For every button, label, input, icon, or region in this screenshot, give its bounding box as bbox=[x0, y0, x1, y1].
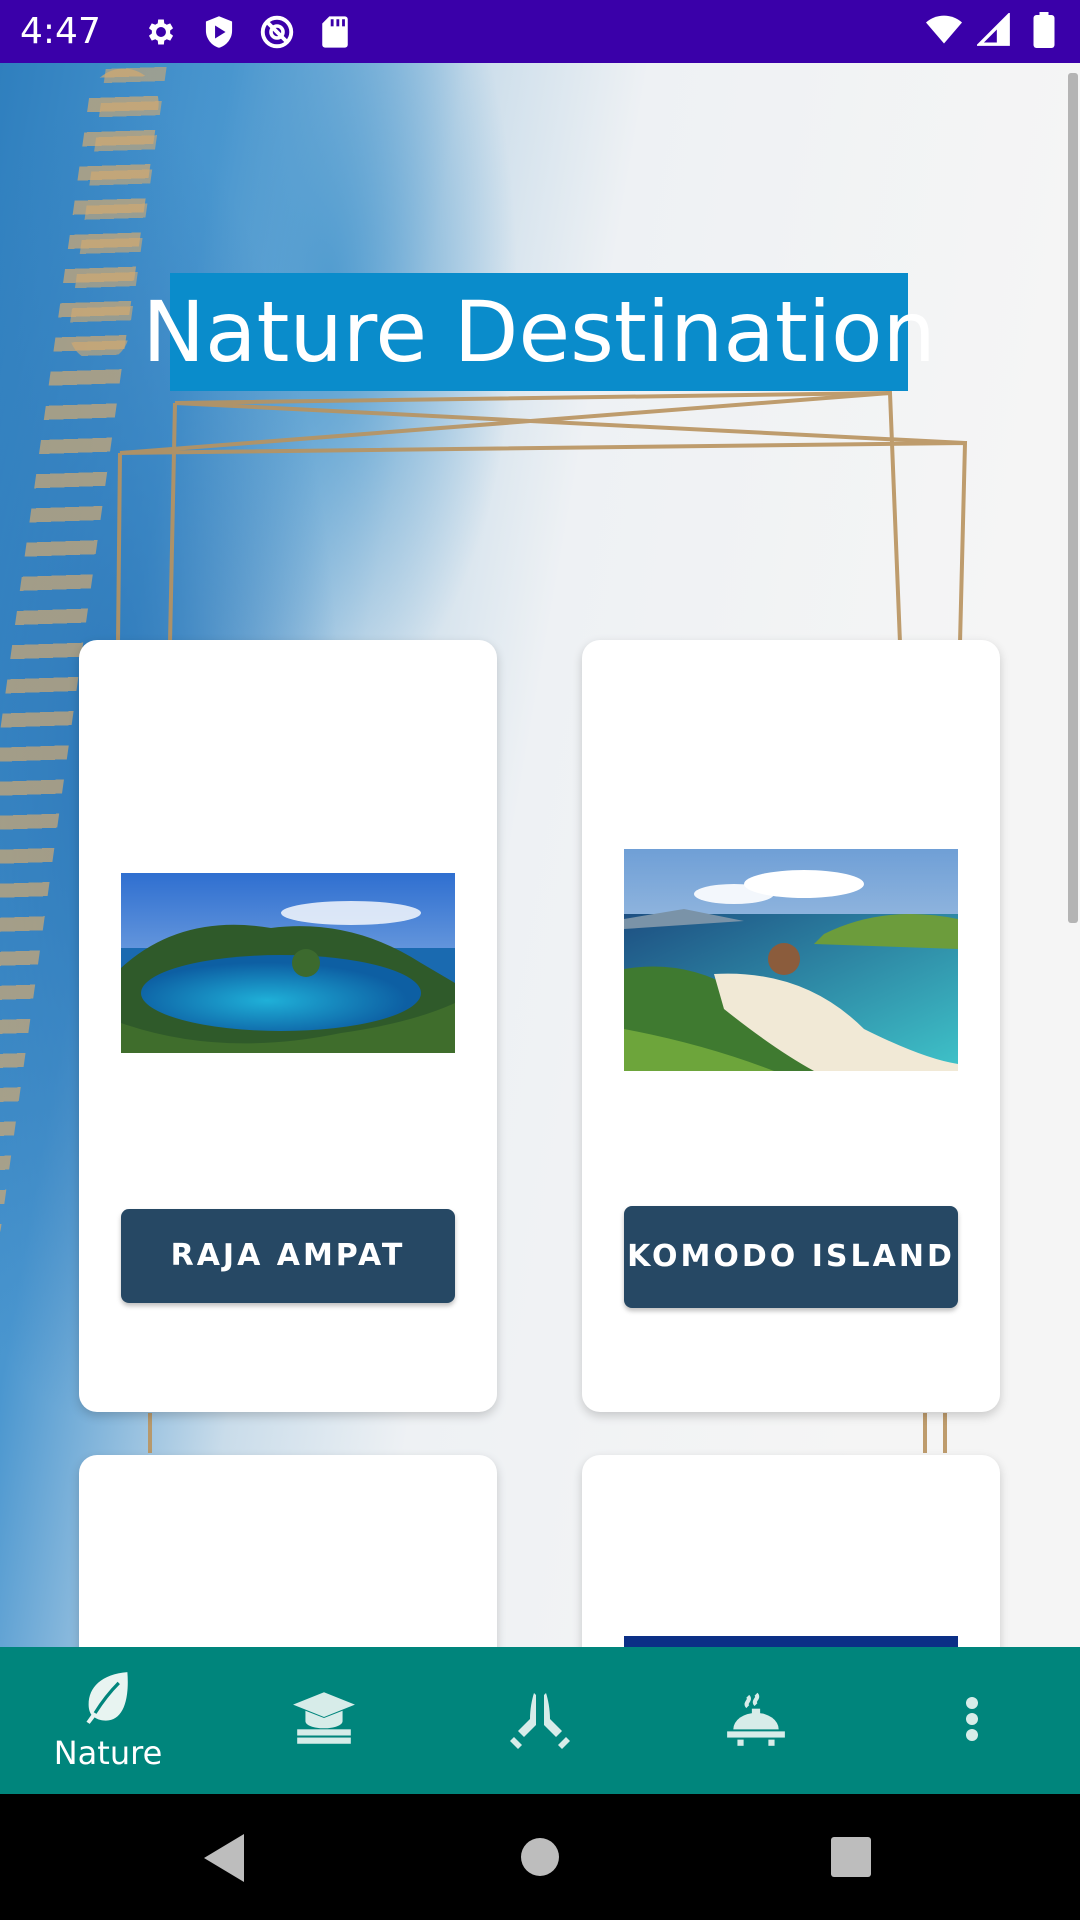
nav-item-religion[interactable] bbox=[460, 1647, 620, 1794]
nav-item-nature[interactable]: Nature bbox=[28, 1647, 188, 1794]
settings-icon bbox=[143, 14, 179, 50]
destination-card-komodo-island[interactable]: KOMODO ISLAND bbox=[582, 640, 1000, 1412]
back-icon[interactable] bbox=[204, 1834, 248, 1886]
destination-photo bbox=[624, 1636, 958, 1647]
nav-item-education[interactable] bbox=[244, 1647, 404, 1794]
nav-item-more[interactable] bbox=[892, 1647, 1052, 1794]
system-navigation-bar bbox=[0, 1794, 1080, 1920]
page-title: Nature Destination bbox=[142, 273, 936, 391]
sd-card-icon bbox=[317, 14, 353, 50]
content-area[interactable]: Nature Destination RAJA AMPAT KOMODO ISL… bbox=[0, 63, 1080, 1647]
nav-item-culinary[interactable] bbox=[676, 1647, 836, 1794]
education-icon bbox=[291, 1689, 357, 1753]
destination-card[interactable] bbox=[79, 1455, 497, 1647]
more-vert-icon bbox=[964, 1695, 980, 1747]
temple-icon bbox=[508, 1688, 572, 1754]
home-icon[interactable] bbox=[520, 1837, 560, 1881]
nav-label: Nature bbox=[53, 1733, 163, 1772]
status-time: 4:47 bbox=[20, 11, 101, 52]
scrollbar[interactable] bbox=[1068, 73, 1078, 923]
raja-ampat-button[interactable]: RAJA AMPAT bbox=[121, 1209, 455, 1303]
status-bar: 4:47 bbox=[0, 0, 1080, 63]
komodo-island-button[interactable]: KOMODO ISLAND bbox=[624, 1206, 958, 1308]
destination-card-raja-ampat[interactable]: RAJA AMPAT bbox=[79, 640, 497, 1412]
destination-card[interactable] bbox=[582, 1455, 1000, 1647]
cuisine-icon bbox=[723, 1689, 789, 1753]
raja-ampat-photo bbox=[121, 873, 455, 1053]
recents-icon[interactable] bbox=[831, 1837, 871, 1881]
komodo-island-photo bbox=[624, 849, 958, 1071]
play-protect-icon bbox=[201, 14, 237, 50]
signal-icon bbox=[976, 12, 1012, 48]
wifi-icon bbox=[926, 12, 962, 48]
bottom-navigation: Nature bbox=[0, 1647, 1080, 1794]
leaf-icon bbox=[82, 1670, 134, 1730]
battery-icon bbox=[1026, 12, 1062, 48]
no-disturb-icon bbox=[259, 14, 295, 50]
